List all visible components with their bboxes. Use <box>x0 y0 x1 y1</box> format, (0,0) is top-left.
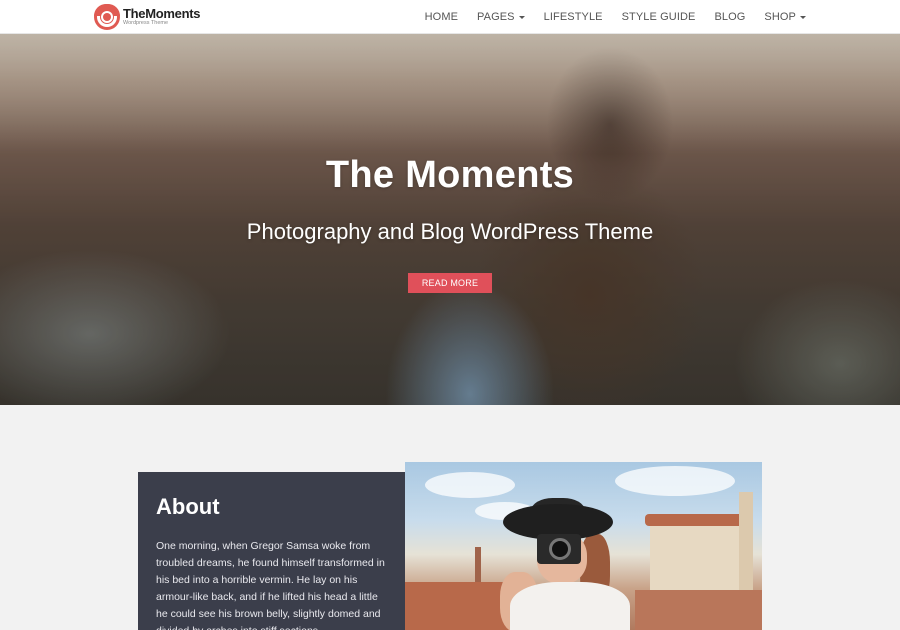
nav-item-label: SHOP <box>764 11 796 23</box>
nav-item-label: STYLE GUIDE <box>621 11 696 23</box>
site-logo[interactable]: TheMoments Wordpress Theme <box>94 4 200 30</box>
nav-item-label: BLOG <box>714 11 746 23</box>
nav-item-label: PAGES <box>477 11 515 23</box>
nav-item-lifestyle[interactable]: LIFESTYLE <box>544 11 603 23</box>
hero-banner: The Moments Photography and Blog WordPre… <box>0 34 900 405</box>
logo-tagline: Wordpress Theme <box>123 20 169 27</box>
nav-item-shop[interactable]: SHOP <box>764 11 806 23</box>
caret-down-icon <box>518 15 525 19</box>
main-nav: HOME PAGES LIFESTYLE STYLE GUIDE BLOG SH… <box>406 0 806 34</box>
about-title: About <box>156 494 220 519</box>
hero-title: The Moments <box>325 154 575 196</box>
about-photo <box>405 462 762 630</box>
about-text: One morning, when Gregor Samsa woke from… <box>156 540 385 630</box>
about-panel: About One morning, when Gregor Samsa wok… <box>138 472 405 630</box>
nav-item-label: HOME <box>424 11 459 23</box>
nav-item-style-guide[interactable]: STYLE GUIDE <box>622 11 696 23</box>
nav-item-pages[interactable]: PAGES <box>477 11 525 23</box>
site-header: TheMoments Wordpress Theme HOME PAGES LI… <box>0 0 900 34</box>
caret-down-icon <box>800 15 806 19</box>
nav-item-home[interactable]: HOME <box>425 11 458 23</box>
logo-title: TheMoments <box>123 6 201 22</box>
read-more-button[interactable]: READ MORE <box>408 273 492 293</box>
nav-item-blog[interactable]: BLOG <box>714 11 745 23</box>
camera-lens-icon <box>94 4 120 30</box>
logo-text: TheMoments Wordpress Theme <box>123 7 200 27</box>
hero-subtitle: Photography and Blog WordPress Theme <box>246 219 654 244</box>
nav-item-label: LIFESTYLE <box>543 11 603 23</box>
